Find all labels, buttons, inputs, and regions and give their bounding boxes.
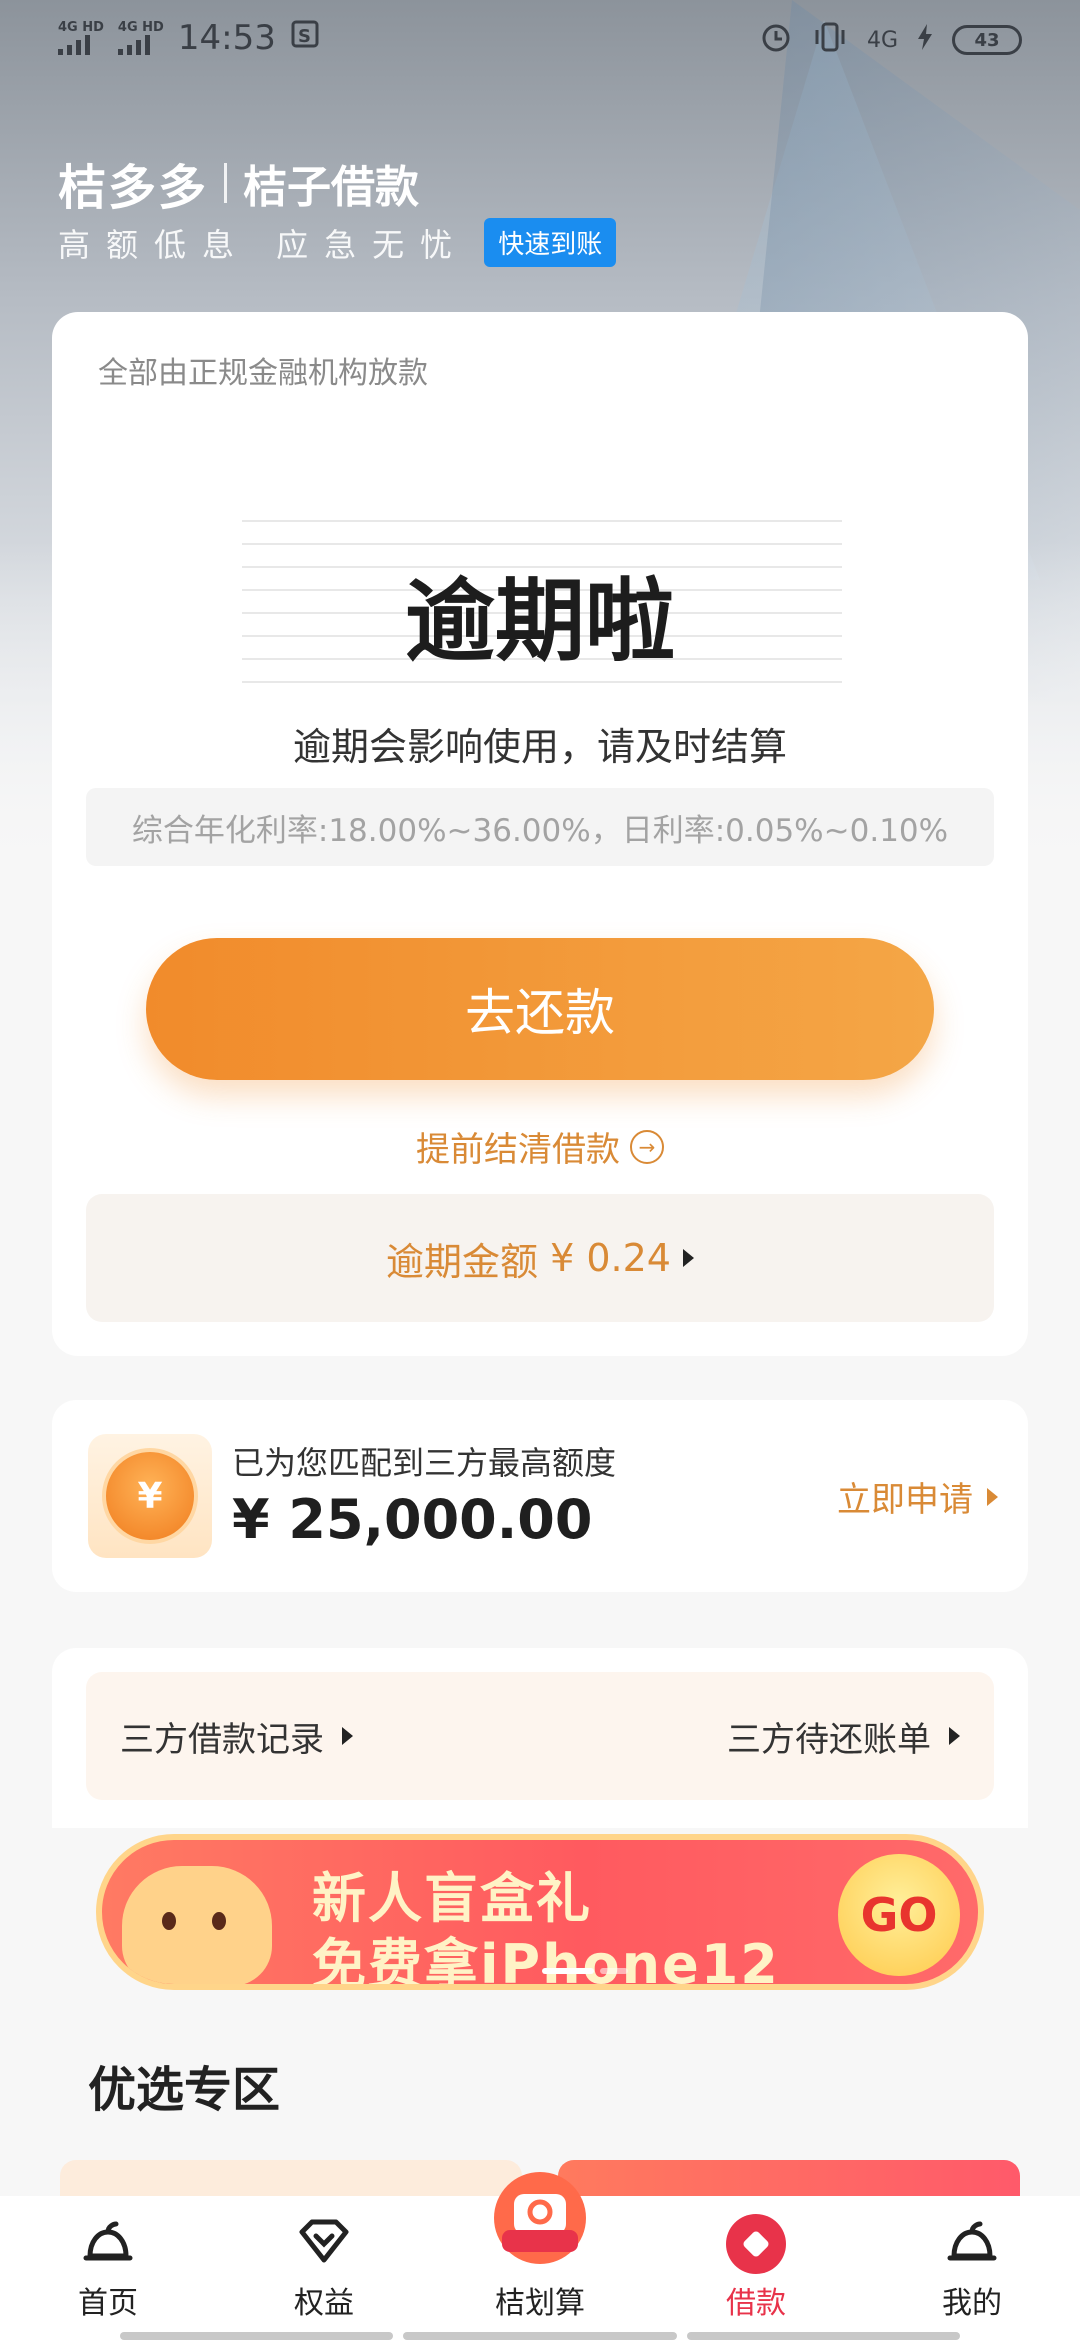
- pending-bills-link[interactable]: 三方待还账单: [727, 1712, 960, 1761]
- nav-home[interactable]: 首页: [0, 2196, 216, 2340]
- clock: 14:53: [177, 18, 276, 58]
- overdue-amount-label: 逾期金额: [386, 1239, 539, 1284]
- loan-status-card: 全部由正规金融机构放款 逾期啦 逾期会影响使用，请及时结算 综合年化利率:18.…: [52, 312, 1028, 1356]
- mascot-icon: [122, 1866, 272, 1984]
- triangle-right-icon: [342, 1727, 353, 1745]
- vibrate-icon: [811, 20, 849, 60]
- charging-icon: [916, 22, 934, 58]
- triangle-right-icon: [682, 1249, 694, 1267]
- pending-bills-label: 三方待还账单: [727, 1719, 931, 1760]
- section-title: 优选专区: [88, 2062, 281, 2118]
- credit-amount: ¥ 25,000.00: [232, 1488, 593, 1551]
- home-bell-icon: [78, 2212, 138, 2280]
- third-party-credit-card[interactable]: ¥ 已为您匹配到三方最高额度 ¥ 25,000.00 立即申请: [52, 1400, 1028, 1592]
- nav-benefits-label: 权益: [294, 2286, 354, 2321]
- nav-loan[interactable]: 借款: [648, 2196, 864, 2340]
- jhs-badge-icon: [490, 2168, 590, 2276]
- repay-button[interactable]: 去还款: [146, 938, 934, 1080]
- third-party-records-card: 三方借款记录 三方待还账单: [52, 1648, 1028, 1828]
- overdue-amount-value: ¥ 0.24: [550, 1236, 671, 1280]
- coin-icon: ¥: [88, 1434, 212, 1558]
- network-right-label: 4G: [866, 27, 898, 53]
- early-settle-link[interactable]: 提前结清借款 →: [52, 1122, 1028, 1171]
- signal-1-icon: 4G HD: [58, 21, 104, 55]
- nav-profile-label: 我的: [942, 2286, 1002, 2321]
- loan-records-link[interactable]: 三方借款记录: [120, 1712, 353, 1761]
- promo-banner[interactable]: 新人盲盒礼 免费拿iPhone12 GO: [96, 1834, 984, 1990]
- triangle-right-icon: [987, 1487, 998, 1506]
- nav-benefits[interactable]: 权益: [216, 2196, 432, 2340]
- fast-arrival-tag: 快速到账: [484, 218, 617, 267]
- svg-text:S: S: [298, 26, 311, 47]
- nav-jhs[interactable]: 桔划算: [432, 2172, 648, 2340]
- nav-loan-label: 借款: [726, 2286, 786, 2321]
- brand-logo: 桔多多: [58, 160, 209, 216]
- go-button[interactable]: GO: [838, 1854, 960, 1976]
- nav-jhs-label: 桔划算: [495, 2286, 585, 2321]
- banner-line2: 免费拿iPhone12: [312, 1933, 780, 1990]
- divider: [224, 163, 228, 203]
- slogan: 高额低息 应急无忧 快速到账: [58, 218, 617, 267]
- nav-profile[interactable]: 我的: [864, 2196, 1080, 2340]
- heart-badge-icon: [294, 2212, 354, 2280]
- alarm-icon: [759, 20, 793, 60]
- credit-label: 已为您匹配到三方最高额度: [232, 1444, 617, 1482]
- apply-now-label: 立即申请: [837, 1480, 973, 1520]
- slogan-text: 高额低息 应急无忧: [58, 225, 469, 264]
- brand-name: 桔子借款: [243, 162, 420, 213]
- carousel-indicator: [542, 1968, 628, 1974]
- apply-now-link[interactable]: 立即申请: [837, 1472, 998, 1521]
- interest-rate-info: 综合年化利率:18.00%~36.00%，日利率:0.05%~0.10%: [86, 788, 994, 866]
- notification-icon: S: [290, 18, 320, 58]
- status-bar: 4G HD 4G HD 14:53 S 4G 43: [0, 0, 1080, 84]
- signal-2-icon: 4G HD: [117, 21, 164, 55]
- loan-records-label: 三方借款记录: [120, 1719, 324, 1760]
- profile-bell-icon: [942, 2212, 1002, 2280]
- triangle-right-icon: [949, 1727, 960, 1745]
- overdue-title: 逾期啦: [405, 569, 675, 674]
- overdue-subtitle: 逾期会影响使用，请及时结算: [292, 725, 787, 769]
- arrow-circle-icon: →: [630, 1129, 664, 1164]
- early-settle-label: 提前结清借款: [416, 1130, 620, 1170]
- bottom-nav: 首页 权益 桔划算 借款 我的: [0, 2172, 1080, 2340]
- lender-note: 全部由正规金融机构放款: [98, 356, 428, 391]
- loan-icon: [724, 2212, 788, 2284]
- brand: 桔多多 桔子借款: [58, 148, 419, 218]
- gesture-bar: [120, 2332, 960, 2340]
- overdue-amount-row[interactable]: 逾期金额 ¥ 0.24: [86, 1194, 994, 1322]
- nav-home-label: 首页: [78, 2286, 138, 2321]
- battery-icon: 43: [952, 25, 1022, 55]
